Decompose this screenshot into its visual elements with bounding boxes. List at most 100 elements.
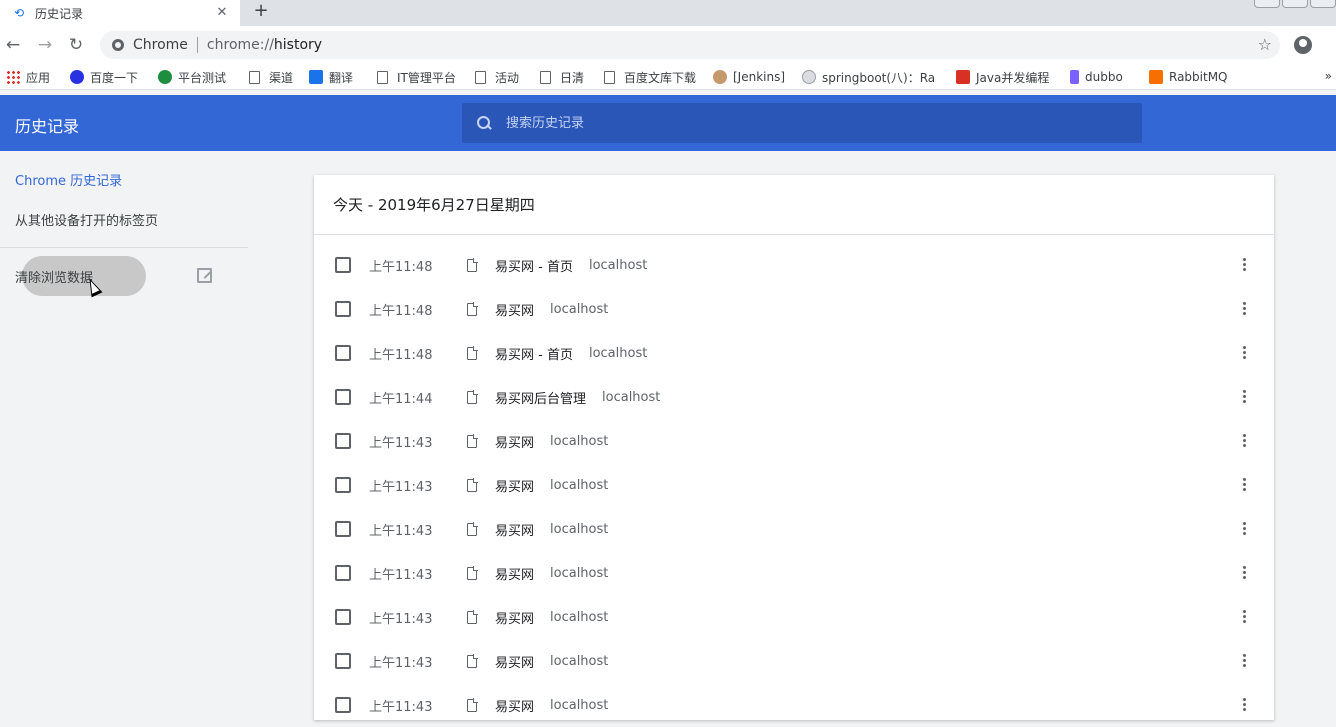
more-actions-icon[interactable] [1240, 258, 1248, 272]
sidebar-divider [0, 247, 248, 248]
search-box[interactable] [462, 103, 1142, 143]
jenkins-icon [713, 70, 727, 84]
forward-button[interactable]: → [35, 35, 55, 55]
bookmark-daily[interactable]: 日清 [540, 68, 584, 86]
open-in-new-icon [197, 268, 212, 283]
history-row[interactable]: 上午11:43 易买网 localhost [314, 419, 1274, 463]
history-row[interactable]: 上午11:43 易买网 localhost [314, 463, 1274, 507]
history-row[interactable]: 上午11:48 易买网 localhost [314, 287, 1274, 331]
row-domain: localhost [550, 653, 609, 669]
row-checkbox[interactable] [335, 697, 351, 713]
more-actions-icon[interactable] [1240, 390, 1248, 404]
address-bar[interactable]: Chrome chrome:// history [100, 31, 1280, 59]
row-domain: localhost [602, 389, 661, 405]
new-tab-button[interactable]: + [251, 2, 271, 22]
more-actions-icon[interactable] [1240, 610, 1248, 624]
search-input[interactable] [506, 108, 1142, 138]
row-checkbox[interactable] [335, 389, 351, 405]
row-checkbox[interactable] [335, 565, 351, 581]
chrome-icon [112, 39, 124, 51]
more-actions-icon[interactable] [1240, 302, 1248, 316]
bookmark-it-platform[interactable]: IT管理平台 [377, 68, 456, 86]
row-checkbox[interactable] [335, 653, 351, 669]
bookmark-channel[interactable]: 渠道 [249, 68, 293, 86]
row-checkbox[interactable] [335, 433, 351, 449]
row-checkbox[interactable] [335, 257, 351, 273]
bookmark-apps[interactable]: 应用 [6, 68, 50, 86]
more-actions-icon[interactable] [1240, 698, 1248, 712]
history-row[interactable]: 上午11:43 易买网 localhost [314, 551, 1274, 595]
row-title[interactable]: 易买网 [495, 520, 534, 539]
row-checkbox[interactable] [335, 477, 351, 493]
row-title[interactable]: 易买网 - 首页 [495, 344, 573, 363]
bookmark-java-concurrency[interactable]: Java并发编程 [956, 68, 1049, 86]
history-row[interactable]: 上午11:43 易买网 localhost [314, 683, 1274, 727]
bookmark-jenkins[interactable]: [Jenkins] [713, 68, 785, 86]
bookmark-platform-test[interactable]: 平台测试 [158, 68, 226, 86]
more-actions-icon[interactable] [1240, 522, 1248, 536]
sidebar-item-other-devices[interactable]: 从其他设备打开的标签页 [15, 210, 158, 229]
url-scheme: chrome:// [206, 37, 274, 53]
bookmark-rabbitmq[interactable]: RabbitMQ [1149, 68, 1228, 86]
row-checkbox[interactable] [335, 345, 351, 361]
bookmark-baidu[interactable]: 百度一下 [70, 68, 138, 86]
more-actions-icon[interactable] [1240, 434, 1248, 448]
history-row[interactable]: 上午11:43 易买网 localhost [314, 595, 1274, 639]
row-title[interactable]: 易买网 [495, 432, 534, 451]
history-card: 今天 - 2019年6月27日星期四 上午11:48 易买网 - 首页 localh… [314, 175, 1274, 720]
row-title[interactable]: 易买网 [495, 564, 534, 583]
row-time: 上午11:43 [369, 611, 433, 627]
reload-button[interactable]: ↻ [66, 35, 86, 55]
row-title[interactable]: 易买网 [495, 476, 534, 495]
row-title[interactable]: 易买网 - 首页 [495, 256, 573, 275]
menu-icon[interactable]: ⋮ [1330, 34, 1336, 54]
bookmark-dubbo[interactable]: dubbo [1070, 68, 1123, 86]
row-title[interactable]: 易买网 [495, 608, 534, 627]
bookmark-springboot[interactable]: springboot(八)：Ra [802, 68, 936, 86]
history-row[interactable]: 上午11:48 易买网 - 首页 localhost [314, 331, 1274, 375]
bookmark-activity[interactable]: 活动 [475, 68, 519, 86]
more-actions-icon[interactable] [1240, 654, 1248, 668]
row-checkbox[interactable] [335, 301, 351, 317]
close-icon[interactable]: ✕ [214, 5, 230, 21]
page-icon [467, 697, 478, 712]
history-row[interactable]: 上午11:44 易买网后台管理 localhost [314, 375, 1274, 419]
row-checkbox[interactable] [335, 521, 351, 537]
page-icon [249, 70, 260, 84]
page-icon [467, 389, 478, 404]
more-actions-icon[interactable] [1240, 346, 1248, 360]
back-button[interactable]: ← [3, 35, 23, 55]
url-host: history [273, 37, 323, 53]
row-domain: localhost [550, 433, 609, 449]
profile-icon[interactable] [1294, 36, 1312, 54]
maximize-button[interactable] [1282, 0, 1308, 8]
row-domain: localhost [550, 477, 609, 493]
history-row[interactable]: 上午11:43 易买网 localhost [314, 639, 1274, 683]
date-header: 今天 - 2019年6月27日星期四 [314, 175, 1274, 235]
row-title[interactable]: 易买网 [495, 300, 534, 319]
minimize-button[interactable] [1254, 0, 1280, 8]
history-row[interactable]: 上午11:48 易买网 - 首页 localhost [314, 243, 1274, 287]
history-icon: ⟲ [13, 6, 25, 20]
star-icon[interactable]: ☆ [1258, 35, 1272, 55]
history-row[interactable]: 上午11:43 易买网 localhost [314, 507, 1274, 551]
row-domain: localhost [588, 345, 648, 361]
more-actions-icon[interactable] [1240, 478, 1248, 492]
row-title[interactable]: 易买网 [495, 696, 534, 715]
bookmark-wenku[interactable]: 百度文库下载 [604, 68, 696, 86]
tab-title: 历史记录 [35, 6, 84, 21]
rabbitmq-icon [1149, 70, 1163, 84]
tab-history[interactable]: ⟲ 历史记录 ✕ [0, 0, 240, 26]
more-actions-icon[interactable] [1240, 566, 1248, 580]
sidebar-item-clear-browsing-data[interactable]: 清除浏览数据 [15, 267, 93, 286]
row-checkbox[interactable] [335, 609, 351, 625]
row-title[interactable]: 易买网后台管理 [495, 388, 586, 407]
page-icon [377, 70, 388, 84]
row-title[interactable]: 易买网 [495, 652, 534, 671]
sidebar-item-chrome-history[interactable]: Chrome 历史记录 [15, 170, 122, 189]
row-time: 上午11:44 [369, 391, 433, 407]
bookmarks-overflow-button[interactable]: » [1325, 69, 1332, 83]
bookmark-translate[interactable]: 翻译 [309, 68, 353, 86]
window-close-button[interactable] [1310, 0, 1336, 8]
page-title: 历史记录 [15, 117, 80, 136]
